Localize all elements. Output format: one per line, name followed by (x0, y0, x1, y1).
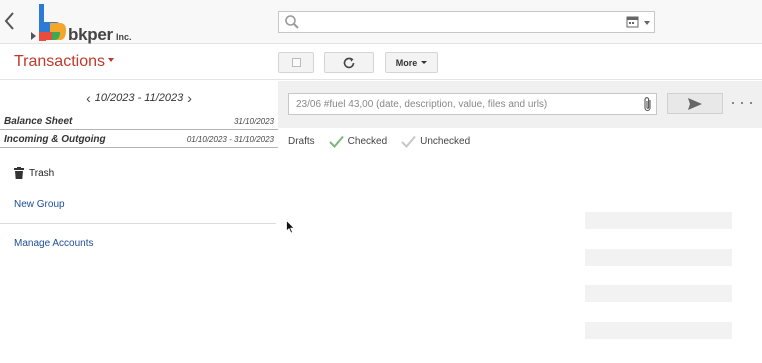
report-name: Balance Sheet (4, 116, 73, 127)
sidebar-divider (0, 223, 276, 224)
filter-unchecked[interactable]: Unchecked (401, 135, 470, 148)
loading-placeholder (585, 285, 732, 302)
bkper-logo-mark (31, 4, 66, 41)
trash-link[interactable]: Trash (14, 167, 54, 179)
filter-checked[interactable]: Checked (328, 135, 388, 148)
calendar-icon[interactable] (626, 15, 639, 33)
report-date: 31/10/2023 (233, 117, 274, 126)
caret-down-icon (108, 57, 114, 62)
report-incoming-outgoing[interactable]: Incoming & Outgoing 01/10/2023 - 31/10/2… (0, 131, 278, 148)
filter-checked-label: Checked (347, 135, 388, 147)
status-filters: Drafts Checked Unchecked (288, 133, 484, 149)
filter-drafts[interactable]: Drafts (288, 136, 315, 147)
loading-placeholder (585, 249, 732, 266)
bkper-wordmark-suffix: Inc. (116, 32, 132, 42)
quick-entry-field[interactable] (288, 93, 657, 115)
page-title: Transactions (14, 53, 105, 70)
select-all-button[interactable] (278, 52, 314, 73)
trash-icon (14, 167, 24, 179)
report-balance-sheet[interactable]: Balance Sheet 31/10/2023 (0, 113, 278, 130)
quick-entry-bar (278, 81, 762, 128)
refresh-button[interactable] (324, 52, 374, 73)
report-date: 01/10/2023 - 31/10/2023 (186, 135, 274, 144)
bkper-wordmark: bkper (68, 25, 113, 44)
period-label[interactable]: 10/2023 - 11/2023 (95, 92, 183, 104)
checkbox-icon (291, 58, 301, 67)
toolbar: Transactions More (0, 44, 762, 80)
bkper-logo[interactable]: bkper Inc. (30, 2, 140, 44)
refresh-icon (343, 57, 355, 68)
more-options-icon[interactable] (732, 95, 752, 111)
quick-entry-input[interactable] (289, 94, 629, 115)
search-icon (284, 14, 300, 35)
loading-placeholder (585, 322, 732, 339)
manage-accounts-link[interactable]: Manage Accounts (14, 238, 94, 249)
back-arrow-icon[interactable] (2, 8, 20, 34)
send-button[interactable] (667, 93, 723, 114)
more-menu-button[interactable]: More (385, 52, 438, 73)
loading-placeholder (585, 212, 732, 229)
trash-label: Trash (29, 167, 55, 179)
more-button-label: More (395, 57, 418, 68)
filter-unchecked-label: Unchecked (420, 135, 471, 147)
page-title-dropdown[interactable]: Transactions (14, 53, 114, 71)
caret-down-icon (421, 61, 428, 64)
previous-period-icon[interactable]: ‹ (86, 90, 91, 106)
check-icon (328, 135, 344, 148)
period-navigator: ‹ 10/2023 - 11/2023 › (0, 81, 278, 114)
chevron-down-icon[interactable] (644, 21, 650, 25)
search-box[interactable] (278, 11, 655, 33)
report-name: Incoming & Outgoing (4, 134, 106, 145)
attachment-icon[interactable] (643, 96, 653, 118)
mouse-pointer-icon (286, 219, 296, 239)
send-icon (688, 97, 702, 110)
check-outline-icon (401, 135, 416, 148)
top-bar: bkper Inc. (0, 0, 762, 44)
next-period-icon[interactable]: › (187, 90, 192, 106)
new-group-link[interactable]: New Group (14, 199, 65, 210)
